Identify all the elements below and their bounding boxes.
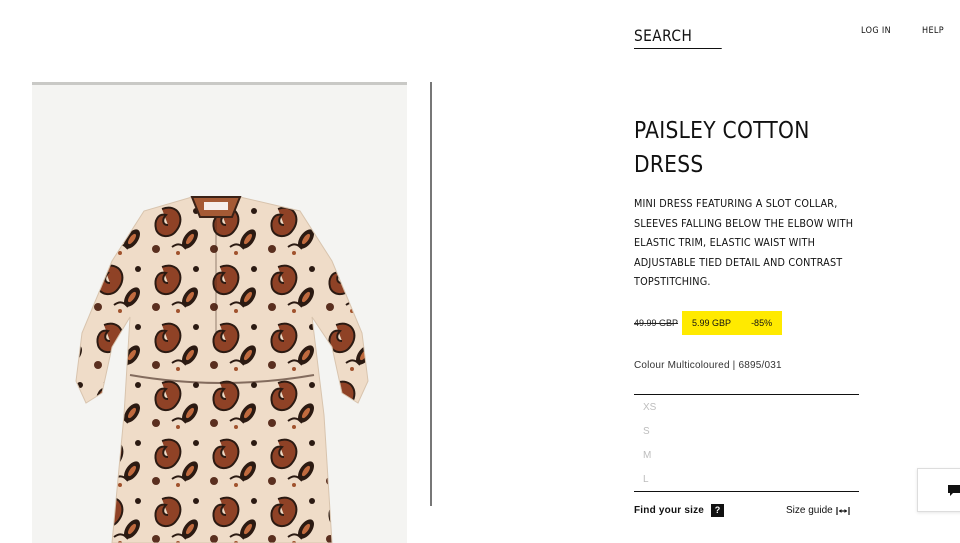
question-icon: ?	[711, 504, 725, 517]
search-link[interactable]: SEARCH	[634, 26, 722, 49]
chat-button[interactable]	[917, 468, 960, 512]
find-your-size-label: Find your size	[634, 505, 705, 516]
sale-price: 5.99 GBP	[692, 318, 732, 328]
size-guide-link[interactable]: Size guide	[786, 505, 850, 516]
price-row: 49.99 GBP 5.99 GBP -85%	[634, 311, 783, 335]
product-title: PAISLEY COTTON DRESS	[634, 118, 810, 178]
discount-badge: -85%	[751, 318, 773, 328]
colour-info: Colour Multicoloured | 6895/031	[634, 360, 782, 371]
dress-image	[75, 196, 369, 543]
size-option-l[interactable]: L	[643, 474, 649, 485]
login-link[interactable]: LOG IN	[861, 26, 891, 36]
chat-bubble-icon	[948, 485, 960, 496]
product-description: MINI DRESS FEATURING A SLOT COLLAR, SLEE…	[634, 197, 854, 289]
find-your-size-link[interactable]: Find your size ?	[634, 504, 725, 517]
size-option-m[interactable]: M	[643, 450, 651, 461]
gallery-scrollbar[interactable]	[430, 82, 432, 506]
size-option-s[interactable]: S	[643, 426, 650, 437]
sale-price-tag: 5.99 GBP -85%	[682, 311, 783, 335]
help-link[interactable]: HELP	[922, 26, 944, 36]
size-guide-label: Size guide	[786, 505, 833, 516]
old-price: 49.99 GBP	[634, 318, 679, 328]
size-selector: XS S M L	[634, 394, 859, 492]
product-image-gallery[interactable]	[32, 82, 407, 543]
resize-arrows-icon	[836, 506, 850, 515]
size-option-xs[interactable]: XS	[643, 402, 656, 413]
